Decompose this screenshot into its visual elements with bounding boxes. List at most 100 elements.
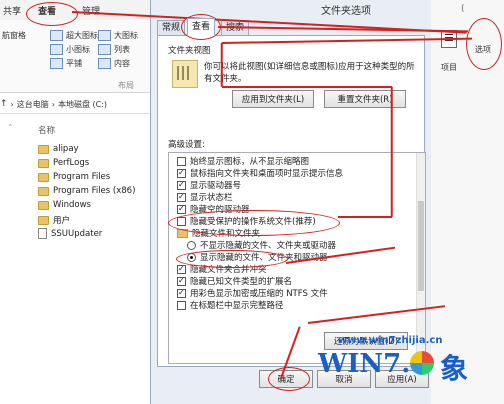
file-name: alipay bbox=[53, 144, 79, 154]
apply-to-folders-button[interactable]: 应用到文件夹(L) bbox=[232, 90, 314, 108]
watermark-site: www.win7zhijia.cn bbox=[338, 335, 443, 346]
navigation-pane: ˄ bbox=[0, 116, 27, 404]
advanced-settings-heading: 高级设置: bbox=[168, 140, 205, 150]
file-list: 名称 alipay PerfLogs Program Files Program… bbox=[26, 116, 150, 404]
list-item[interactable]: SSUUpdater bbox=[38, 228, 102, 239]
file-name: Windows bbox=[53, 200, 91, 210]
item-fragment: 项目 bbox=[441, 63, 457, 72]
list-icon bbox=[98, 44, 111, 55]
tab-share[interactable]: 共享 bbox=[3, 4, 21, 17]
checkbox[interactable] bbox=[177, 276, 186, 286]
view-content[interactable]: 内容 bbox=[98, 58, 130, 69]
breadcrumb-separator-icon: › bbox=[10, 99, 14, 109]
address-bar[interactable]: ↑ › 这台电脑 › 本地磁盘 (C:) bbox=[0, 95, 150, 114]
watermark-logo-char: 象 bbox=[440, 352, 469, 385]
view-large-label: 大图标 bbox=[114, 31, 138, 40]
reset-folders-button[interactable]: 重置文件夹(R) bbox=[324, 90, 406, 108]
file-name: Program Files (x86) bbox=[53, 186, 136, 196]
folder-view-desc-1: 你可以将此视图(如详细信息或图标)应用于这种类型的所 bbox=[204, 62, 415, 72]
checkbox[interactable] bbox=[177, 180, 186, 190]
option-color-ntfs[interactable]: 用彩色显示加密或压缩的 NTFS 文件 bbox=[177, 287, 328, 299]
folder-icon bbox=[38, 215, 49, 225]
checkbox[interactable] bbox=[177, 168, 186, 178]
breadcrumb-this-pc[interactable]: 这台电脑 bbox=[17, 99, 49, 110]
folder-icon bbox=[38, 186, 49, 196]
annotation-circle-options bbox=[466, 18, 502, 70]
option-label: 鼠标指向文件夹和桌面项时显示提示信息 bbox=[190, 169, 344, 179]
view-small-label: 小图标 bbox=[66, 45, 90, 54]
option-hide-extensions[interactable]: 隐藏已知文件类型的扩展名 bbox=[177, 275, 292, 287]
dialog-body: 文件夹视图 你可以将此视图(如详细信息或图标)应用于这种类型的所 有文件夹。 应… bbox=[157, 35, 426, 367]
view-small-icons[interactable]: 小图标 bbox=[50, 44, 90, 55]
checkbox[interactable] bbox=[177, 156, 186, 166]
breadcrumb-local-disk[interactable]: 本地磁盘 (C:) bbox=[58, 99, 107, 110]
annotation-arrow bbox=[221, 42, 223, 87]
view-content-label: 内容 bbox=[114, 59, 130, 68]
nav-pane-label: 航窗格 bbox=[2, 31, 26, 40]
option-label: 用彩色显示加密或压缩的 NTFS 文件 bbox=[190, 289, 328, 299]
annotation-arrow bbox=[391, 86, 393, 217]
list-item[interactable]: Windows bbox=[38, 200, 91, 210]
windows-logo-icon bbox=[410, 351, 434, 375]
list-item[interactable]: Program Files (x86) bbox=[38, 186, 135, 196]
view-list[interactable]: 列表 bbox=[98, 44, 130, 55]
paren-fragment: ( bbox=[461, 4, 465, 14]
option-label: 在标题栏中显示完整路径 bbox=[190, 301, 284, 311]
checkbox[interactable] bbox=[177, 264, 186, 274]
view-tile[interactable]: 平铺 bbox=[50, 58, 82, 69]
annotation-arrow bbox=[222, 86, 392, 88]
content-icon bbox=[98, 58, 111, 69]
annotation-circle-hide-protected bbox=[168, 210, 340, 236]
file-name: 用户 bbox=[53, 216, 71, 226]
watermark: www.win7zhijia.cn WIN7. 象 bbox=[318, 335, 498, 395]
option-show-status-bar[interactable]: 显示状态栏 bbox=[177, 191, 233, 203]
folder-view-heading: 文件夹视图 bbox=[168, 46, 211, 56]
file-name: SSUUpdater bbox=[51, 228, 103, 239]
radio-button[interactable] bbox=[187, 240, 196, 250]
option-label: 隐藏已知文件类型的扩展名 bbox=[190, 277, 293, 287]
file-name: PerfLogs bbox=[53, 158, 90, 168]
list-item[interactable]: alipay bbox=[38, 144, 79, 154]
folder-icon bbox=[38, 158, 49, 168]
grid-icon bbox=[177, 66, 191, 80]
option-label: 始终显示图标，从不显示缩略图 bbox=[190, 157, 310, 167]
option-always-show-icons[interactable]: 始终显示图标，从不显示缩略图 bbox=[177, 155, 309, 167]
checkbox[interactable] bbox=[177, 204, 186, 214]
list-item[interactable]: Program Files bbox=[38, 172, 110, 182]
file-icon bbox=[38, 228, 47, 239]
folder-view-icon bbox=[172, 60, 198, 88]
list-item[interactable]: PerfLogs bbox=[38, 158, 89, 168]
nav-pane-button[interactable]: 航窗格 bbox=[2, 30, 26, 41]
checkbox[interactable] bbox=[177, 192, 186, 202]
folder-icon bbox=[38, 144, 49, 154]
checkbox[interactable] bbox=[177, 288, 186, 298]
annotation-arrow bbox=[338, 216, 392, 218]
folder-icon bbox=[38, 200, 49, 210]
option-dont-show-hidden[interactable]: 不显示隐藏的文件、文件夹或驱动器 bbox=[187, 239, 336, 251]
up-arrow-icon[interactable]: ↑ bbox=[0, 99, 8, 109]
tab-view-dialog[interactable]: 查看 bbox=[187, 18, 216, 36]
chevron-up-icon[interactable]: ˄ bbox=[8, 124, 13, 134]
breadcrumb-separator-icon: › bbox=[51, 99, 55, 109]
list-item[interactable]: 用户 bbox=[38, 214, 70, 226]
view-xl-icons[interactable]: 超大图标 bbox=[50, 30, 98, 41]
folder-view-desc-2: 有文件夹。 bbox=[204, 74, 247, 84]
column-header-name[interactable]: 名称 bbox=[38, 124, 55, 136]
tab-manage[interactable]: 管理 bbox=[82, 4, 100, 17]
annotation-circle-view-tab bbox=[26, 2, 78, 26]
option-label: 显示状态栏 bbox=[190, 193, 233, 203]
folder-icon bbox=[38, 172, 49, 182]
view-xl-label: 超大图标 bbox=[66, 31, 98, 40]
option-full-path[interactable]: 在标题栏中显示完整路径 bbox=[177, 299, 284, 311]
tile-icon bbox=[50, 58, 63, 69]
view-large-icons[interactable]: 大图标 bbox=[98, 30, 138, 41]
scrollbar-thumb[interactable] bbox=[418, 201, 424, 291]
option-show-drive-letters[interactable]: 显示驱动器号 bbox=[177, 179, 241, 191]
view-tile-label: 平铺 bbox=[66, 59, 82, 68]
checkbox[interactable] bbox=[177, 300, 186, 310]
annotation-circle-ok bbox=[268, 367, 310, 391]
watermark-logo-text: WIN7. bbox=[318, 349, 411, 379]
large-icon bbox=[98, 30, 111, 41]
layout-group-label: 布局 bbox=[118, 81, 134, 90]
option-show-pop-up[interactable]: 鼠标指向文件夹和桌面项时显示提示信息 bbox=[177, 167, 343, 179]
